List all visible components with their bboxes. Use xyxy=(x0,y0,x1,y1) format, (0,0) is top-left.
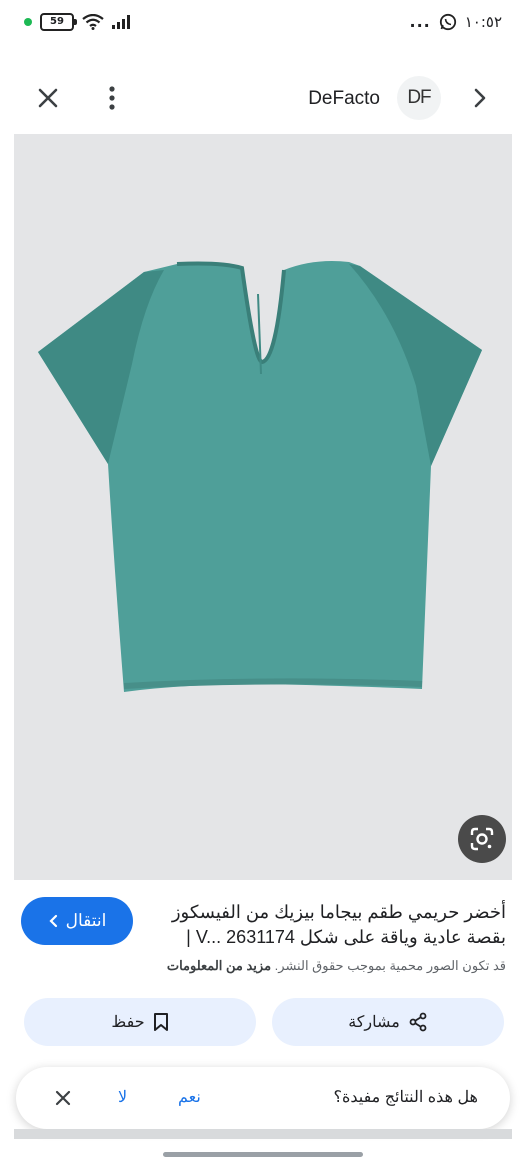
product-image[interactable] xyxy=(14,134,512,880)
share-label: مشاركة xyxy=(348,1014,400,1031)
chevron-right-icon xyxy=(49,914,57,928)
status-left: 59 xyxy=(24,13,130,31)
save-button[interactable]: حفظ xyxy=(24,998,256,1046)
signal-icon xyxy=(112,15,130,29)
more-dots: ... xyxy=(409,12,431,31)
status-bar: 59 ... ١٠:٥٢ xyxy=(0,0,526,50)
product-title[interactable]: أخضر حريمي طقم بيجاما بيزيك من الفيسكوز … xyxy=(166,900,506,950)
chevron-right-icon[interactable] xyxy=(466,84,494,112)
bookmark-icon xyxy=(153,1013,168,1031)
visit-button[interactable]: انتقال xyxy=(21,897,133,945)
product-title-line-2: بقصة عادية وياقة على شكل V... 2631174 | xyxy=(186,927,506,947)
save-label: حفظ xyxy=(111,1014,145,1031)
feedback-question: هل هذه النتائج مفيدة؟ xyxy=(333,1089,478,1106)
notification-dot-icon xyxy=(24,18,32,26)
status-right: ... ١٠:٥٢ xyxy=(409,12,502,31)
top-app-bar: DeFacto DF xyxy=(0,70,526,128)
visit-label: انتقال xyxy=(65,911,107,930)
home-indicator[interactable] xyxy=(163,1152,363,1157)
google-lens-icon xyxy=(470,827,494,851)
copyright-notice: قد تكون الصور محمية بموجب حقوق النشر. مز… xyxy=(167,958,506,974)
battery-icon: 59 xyxy=(40,13,77,31)
product-title-line-1: أخضر حريمي طقم بيجاما بيزيك من الفيسكوز xyxy=(171,902,506,922)
clock: ١٠:٥٢ xyxy=(464,12,502,31)
result-info: أخضر حريمي طقم بيجاما بيزيك من الفيسكوز … xyxy=(0,880,526,1000)
close-icon[interactable] xyxy=(52,1087,74,1109)
site-name[interactable]: DeFacto xyxy=(308,88,380,110)
more-vert-icon[interactable] xyxy=(100,82,124,114)
tshirt-image xyxy=(38,261,482,692)
site-logo[interactable]: DF xyxy=(397,76,441,120)
feedback-yes-button[interactable]: نعم xyxy=(178,1087,201,1107)
whatsapp-icon xyxy=(439,13,456,30)
share-button[interactable]: مشاركة xyxy=(272,998,504,1046)
copyright-text: قد تكون الصور محمية بموجب حقوق النشر. xyxy=(274,958,506,973)
next-result-peek xyxy=(14,1129,512,1139)
feedback-prompt: هل هذه النتائج مفيدة؟ نعم لا xyxy=(16,1067,510,1129)
feedback-no-button[interactable]: لا xyxy=(118,1087,127,1107)
close-icon[interactable] xyxy=(32,82,64,114)
action-buttons: مشاركة حفظ xyxy=(0,998,526,1050)
learn-more-link[interactable]: مزيد من المعلومات xyxy=(167,958,271,973)
share-icon xyxy=(409,1012,427,1032)
wifi-icon xyxy=(82,14,104,30)
lens-search-button[interactable] xyxy=(458,815,506,863)
